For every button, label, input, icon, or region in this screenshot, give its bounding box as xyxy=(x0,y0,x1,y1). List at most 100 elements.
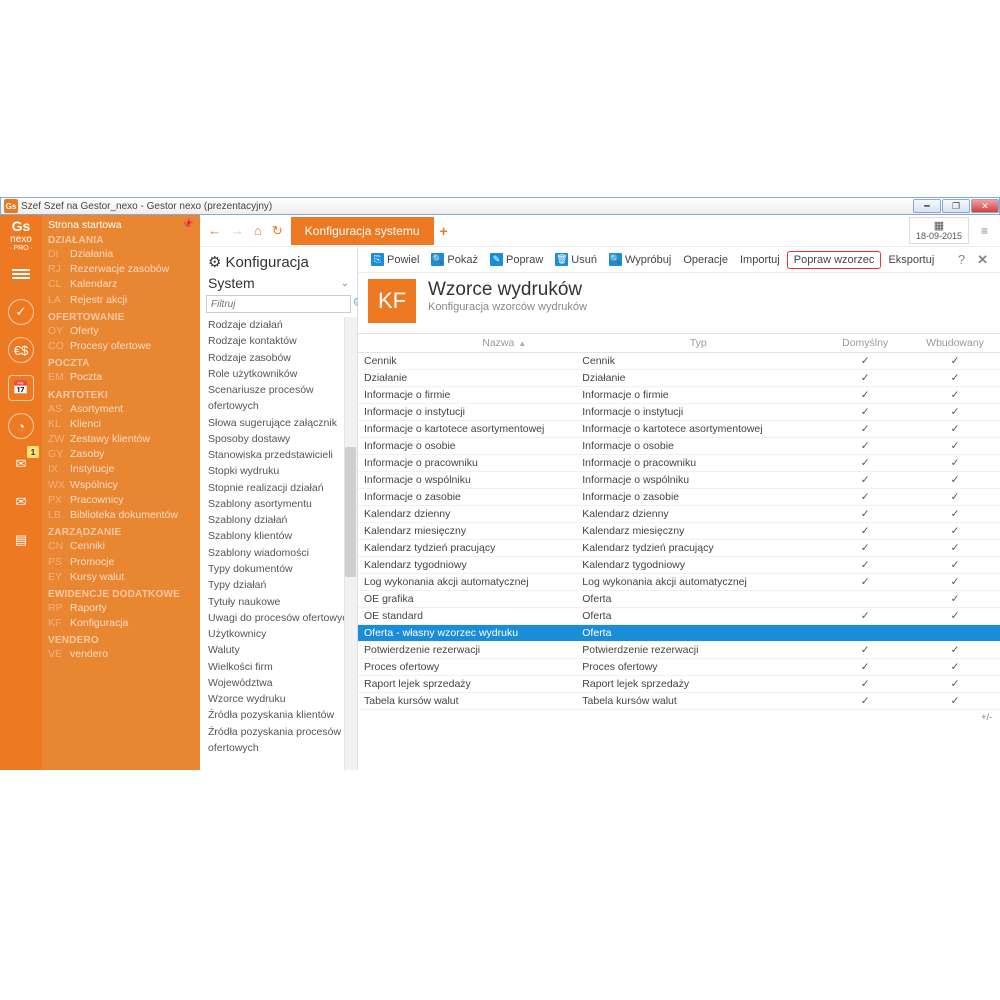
config-list-item[interactable]: Szablony asortymentu xyxy=(208,496,355,512)
panel-close-icon[interactable]: ✕ xyxy=(973,252,992,268)
hamburger-icon[interactable] xyxy=(12,269,30,279)
nav-item[interactable]: CNCenniki xyxy=(48,539,200,554)
table-row[interactable]: Informacje o pracownikuInformacje o prac… xyxy=(358,455,1000,472)
config-search-input[interactable] xyxy=(207,299,349,310)
config-group[interactable]: System ⌄ xyxy=(200,273,357,295)
nav-item[interactable]: LARejestr akcji xyxy=(48,293,200,308)
table-row[interactable]: Informacje o zasobieInformacje o zasobie… xyxy=(358,489,1000,506)
table-row[interactable]: Tabela kursów walutTabela kursów walut✓✓ xyxy=(358,693,1000,710)
config-list-item[interactable]: Szablony klientów xyxy=(208,528,355,544)
nav-item[interactable]: PXPracownicy xyxy=(48,493,200,508)
nav-item[interactable]: WXWspólnicy xyxy=(48,478,200,493)
toolbar-pokaz[interactable]: 🔍Pokaż xyxy=(426,251,483,268)
toolbar-operacje[interactable]: Operacje xyxy=(678,252,733,268)
toolbar-popraw-wzorzec[interactable]: Popraw wzorzec xyxy=(787,251,882,269)
mail-icon[interactable]: ✉ xyxy=(8,489,34,515)
window-close-button[interactable]: ✕ xyxy=(971,199,999,213)
col-nazwa[interactable]: Nazwa▲ xyxy=(358,334,576,353)
table-row[interactable]: Log wykonania akcji automatycznejLog wyk… xyxy=(358,574,1000,591)
nav-item[interactable]: LBBiblioteka dokumentów xyxy=(48,508,200,523)
table-row[interactable]: Raport lejek sprzedażyRaport lejek sprze… xyxy=(358,676,1000,693)
config-list-item[interactable]: Stopnie realizacji działań xyxy=(208,480,355,496)
config-list-item[interactable]: Wzorce wydruku xyxy=(208,691,355,707)
grid-footer[interactable]: +/- xyxy=(358,710,1000,722)
nav-item[interactable]: KLKlienci xyxy=(48,417,200,432)
table-row[interactable]: Informacje o kartotece asortymentowejInf… xyxy=(358,421,1000,438)
config-list-item[interactable]: Szablony działań xyxy=(208,512,355,528)
nav-item[interactable]: RJRezerwacje zasobów xyxy=(48,262,200,277)
toolbar-powiel[interactable]: ⎘Powiel xyxy=(366,251,424,268)
scrollbar-thumb[interactable] xyxy=(345,447,356,577)
table-row[interactable]: Informacje o firmieInformacje o firmie✓✓ xyxy=(358,387,1000,404)
check-icon[interactable]: ✓ xyxy=(8,299,34,325)
config-list-item[interactable]: Źródła pozyskania procesów ofertowych xyxy=(208,724,355,757)
table-row[interactable]: DziałanieDziałanie✓✓ xyxy=(358,370,1000,387)
col-wbudowany[interactable]: Wbudowany xyxy=(910,334,1000,353)
col-typ[interactable]: Typ xyxy=(576,334,820,353)
config-list-item[interactable]: Słowa sugerujące załącznik xyxy=(208,415,355,431)
pin-icon[interactable]: 📌 xyxy=(182,219,194,230)
nav-item[interactable]: ASAsortyment xyxy=(48,402,200,417)
nav-item[interactable]: CLKalendarz xyxy=(48,277,200,292)
toolbar-importuj[interactable]: Importuj xyxy=(735,252,785,268)
toolbar-eksportuj[interactable]: Eksportuj xyxy=(883,252,939,268)
config-list-item[interactable]: Użytkownicy xyxy=(208,626,355,642)
config-list-item[interactable]: Typy dokumentów xyxy=(208,561,355,577)
table-row[interactable]: Kalendarz miesięcznyKalendarz miesięczny… xyxy=(358,523,1000,540)
table-row[interactable]: CennikCennik✓✓ xyxy=(358,353,1000,370)
app-menu-icon[interactable]: ≡ xyxy=(975,224,994,238)
maximize-button[interactable]: ❐ xyxy=(942,199,970,213)
table-row[interactable]: Kalendarz tydzień pracującyKalendarz tyd… xyxy=(358,540,1000,557)
config-list-item[interactable]: Stopki wydruku xyxy=(208,463,355,479)
table-row[interactable]: Potwierdzenie rezerwacjiPotwierdzenie re… xyxy=(358,642,1000,659)
mail-notification-icon[interactable]: ✉ xyxy=(8,451,34,477)
minimize-button[interactable]: ━ xyxy=(913,199,941,213)
nav-item[interactable]: KFKonfiguracja xyxy=(48,616,200,631)
add-tab-icon[interactable]: + xyxy=(440,223,448,239)
config-list-item[interactable]: Sposoby dostawy xyxy=(208,431,355,447)
table-row[interactable]: Proces ofertowyProces ofertowy✓✓ xyxy=(358,659,1000,676)
config-list-item[interactable]: Uwagi do procesów ofertowych xyxy=(208,610,355,626)
config-list-item[interactable]: Rodzaje zasobów xyxy=(208,350,355,366)
table-row[interactable]: Informacje o osobieInformacje o osobie✓✓ xyxy=(358,438,1000,455)
config-list-item[interactable]: Wielkości firm xyxy=(208,659,355,675)
nav-item[interactable]: ZWZestawy klientów xyxy=(48,432,200,447)
calendar-check-icon[interactable]: 📅 xyxy=(8,375,34,401)
config-list-item[interactable]: Województwa xyxy=(208,675,355,691)
clock-icon[interactable]: ◔ xyxy=(8,413,34,439)
config-search[interactable]: 🔍 xyxy=(206,295,351,313)
active-tab[interactable]: Konfiguracja systemu xyxy=(291,217,434,245)
nav-item[interactable]: IXInstytucje xyxy=(48,462,200,477)
nav-item[interactable]: OYOferty xyxy=(48,324,200,339)
config-list-item[interactable]: Tytuły naukowe xyxy=(208,594,355,610)
config-list-item[interactable]: Szablony wiadomości xyxy=(208,545,355,561)
nav-forward-icon[interactable]: → xyxy=(229,223,246,238)
table-row[interactable]: Informacje o wspólnikuInformacje o wspól… xyxy=(358,472,1000,489)
nav-home-icon[interactable]: ⌂ xyxy=(252,223,264,238)
config-list-item[interactable]: Źródła pozyskania klientów xyxy=(208,707,355,723)
nav-item[interactable]: PSPromocje xyxy=(48,555,200,570)
table-row[interactable]: OE standardOferta✓✓ xyxy=(358,608,1000,625)
nav-item[interactable]: RPRaporty xyxy=(48,601,200,616)
nav-item[interactable]: EYKursy walut xyxy=(48,570,200,585)
table-row[interactable]: Kalendarz tygodniowyKalendarz tygodniowy… xyxy=(358,557,1000,574)
nav-item[interactable]: VEvendero xyxy=(48,647,200,662)
nav-item[interactable]: EMPoczta xyxy=(48,370,200,385)
config-list-item[interactable]: Role użytkowników xyxy=(208,366,355,382)
help-icon[interactable]: ? xyxy=(952,252,971,267)
nav-item[interactable]: DIDziałania xyxy=(48,247,200,262)
table-row[interactable]: OE grafikaOferta✓ xyxy=(358,591,1000,608)
col-domyslny[interactable]: Domyślny xyxy=(820,334,910,353)
certificate-icon[interactable]: ▤ xyxy=(8,527,34,553)
nav-refresh-icon[interactable]: ↻ xyxy=(270,223,285,239)
toolbar-usun[interactable]: 🗑Usuń xyxy=(550,251,602,268)
config-list-item[interactable]: Scenariusze procesów ofertowych xyxy=(208,382,355,415)
nav-start[interactable]: Strona startowa xyxy=(48,219,200,231)
date-picker[interactable]: ▦ 18-09-2015 xyxy=(909,217,969,245)
config-list-item[interactable]: Stanowiska przedstawicieli xyxy=(208,447,355,463)
nav-back-icon[interactable]: ← xyxy=(206,223,223,238)
currency-icon[interactable]: €$ xyxy=(8,337,34,363)
config-list-item[interactable]: Typy działań xyxy=(208,577,355,593)
nav-item[interactable]: GYZasoby xyxy=(48,447,200,462)
nav-item[interactable]: COProcesy ofertowe xyxy=(48,339,200,354)
